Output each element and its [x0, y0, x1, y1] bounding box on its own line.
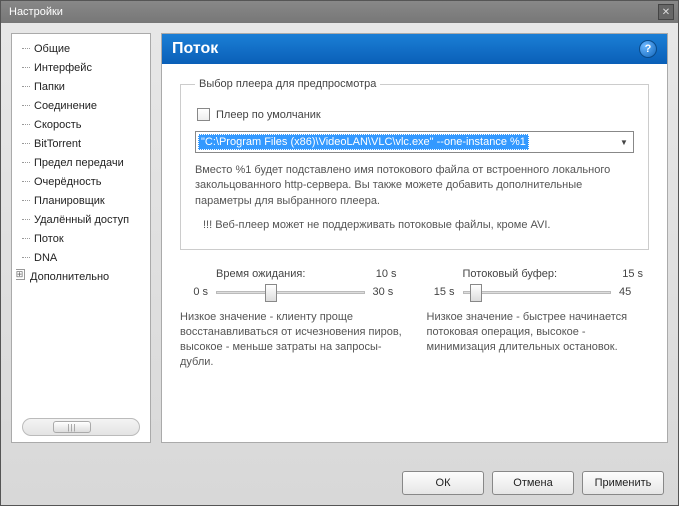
wait-slider-col: Время ожидания: 10 s 0 s 30 s Низкое зна… — [180, 268, 403, 369]
player-warning: !!! Веб-плеер может не поддерживать пото… — [195, 219, 634, 231]
player-fieldset: Выбор плеера для предпросмотра Плеер по … — [180, 78, 649, 250]
dialog-buttons: ОК Отмена Применить — [402, 471, 664, 495]
wait-slider-value: 10 s — [376, 268, 397, 280]
wait-slider-header: Время ожидания: 10 s — [180, 268, 403, 280]
sidebar-scrollbar[interactable]: ||| — [22, 418, 140, 436]
buffer-track-line — [463, 291, 612, 294]
main-panel: Поток ? Выбор плеера для предпросмотра П… — [161, 33, 668, 443]
wait-slider-desc: Низкое значение - клиенту проще восстана… — [180, 310, 403, 369]
close-button[interactable]: ✕ — [658, 4, 674, 20]
sidebar-item-bittorrent[interactable]: BitTorrent — [16, 135, 146, 154]
buffer-slider-title: Потоковый буфер: — [463, 268, 558, 280]
wait-slider-max: 30 s — [373, 286, 403, 298]
default-player-label: Плеер по умолчаник — [216, 109, 321, 121]
default-player-row[interactable]: Плеер по умолчаник — [197, 108, 634, 121]
close-icon: ✕ — [662, 7, 670, 18]
wait-slider-title: Время ожидания: — [216, 268, 305, 280]
wait-slider-min: 0 s — [180, 286, 208, 298]
player-path-dropdown[interactable]: "C:\Program Files (x86)\VideoLAN\VLC\vlc… — [195, 131, 634, 153]
buffer-slider-header: Потоковый буфер: 15 s — [427, 268, 650, 280]
player-path-value: "C:\Program Files (x86)\VideoLAN\VLC\vlc… — [198, 134, 529, 150]
buffer-slider-min: 15 s — [427, 286, 455, 298]
help-icon[interactable]: ? — [639, 40, 657, 58]
buffer-slider-thumb[interactable] — [470, 284, 482, 302]
apply-button[interactable]: Применить — [582, 471, 664, 495]
sidebar-item-bandwidth[interactable]: Скорость — [16, 116, 146, 135]
cancel-button[interactable]: Отмена — [492, 471, 574, 495]
default-player-checkbox[interactable] — [197, 108, 210, 121]
settings-window: Настройки ✕ Общие Интерфейс Папки Соедин… — [0, 0, 679, 506]
window-title: Настройки — [9, 6, 63, 18]
sidebar: Общие Интерфейс Папки Соединение Скорост… — [11, 33, 151, 443]
scrollbar-thumb[interactable]: ||| — [53, 421, 91, 433]
panel-header: Поток ? — [162, 34, 667, 64]
buffer-slider-max: 45 — [619, 286, 649, 298]
wait-slider-row: 0 s 30 s — [180, 282, 403, 302]
sidebar-item-advanced[interactable]: Дополнительно — [16, 268, 146, 287]
fieldset-legend: Выбор плеера для предпросмотра — [195, 78, 380, 90]
sidebar-item-dna[interactable]: DNA — [16, 249, 146, 268]
wait-slider-thumb[interactable] — [265, 284, 277, 302]
category-tree: Общие Интерфейс Папки Соединение Скорост… — [16, 40, 146, 414]
sidebar-item-remote[interactable]: Удалённый доступ — [16, 211, 146, 230]
buffer-slider-row: 15 s 45 — [427, 282, 650, 302]
wait-slider-track[interactable] — [216, 282, 365, 302]
sidebar-item-connection[interactable]: Соединение — [16, 97, 146, 116]
sidebar-item-queueing[interactable]: Очерёдность — [16, 173, 146, 192]
sidebar-item-transfer-cap[interactable]: Предел передачи — [16, 154, 146, 173]
buffer-slider-desc: Низкое значение - быстрее начинается пот… — [427, 310, 650, 355]
sidebar-item-playback[interactable]: Поток — [16, 230, 146, 249]
ok-button[interactable]: ОК — [402, 471, 484, 495]
sidebar-item-general[interactable]: Общие — [16, 40, 146, 59]
sliders-row: Время ожидания: 10 s 0 s 30 s Низкое зна… — [180, 268, 649, 369]
sidebar-item-interface[interactable]: Интерфейс — [16, 59, 146, 78]
wait-track-line — [216, 291, 365, 294]
chevron-down-icon: ▼ — [615, 138, 633, 147]
panel-body: Выбор плеера для предпросмотра Плеер по … — [162, 64, 667, 384]
buffer-slider-col: Потоковый буфер: 15 s 15 s 45 Низкое зна… — [427, 268, 650, 369]
buffer-slider-value: 15 s — [622, 268, 643, 280]
sidebar-item-scheduler[interactable]: Планировщик — [16, 192, 146, 211]
panel-title: Поток — [172, 40, 218, 58]
buffer-slider-track[interactable] — [463, 282, 612, 302]
sidebar-item-directories[interactable]: Папки — [16, 78, 146, 97]
player-description: Вместо %1 будет подставлено имя потоково… — [195, 163, 634, 209]
titlebar: Настройки ✕ — [1, 1, 678, 23]
content: Общие Интерфейс Папки Соединение Скорост… — [1, 23, 678, 453]
